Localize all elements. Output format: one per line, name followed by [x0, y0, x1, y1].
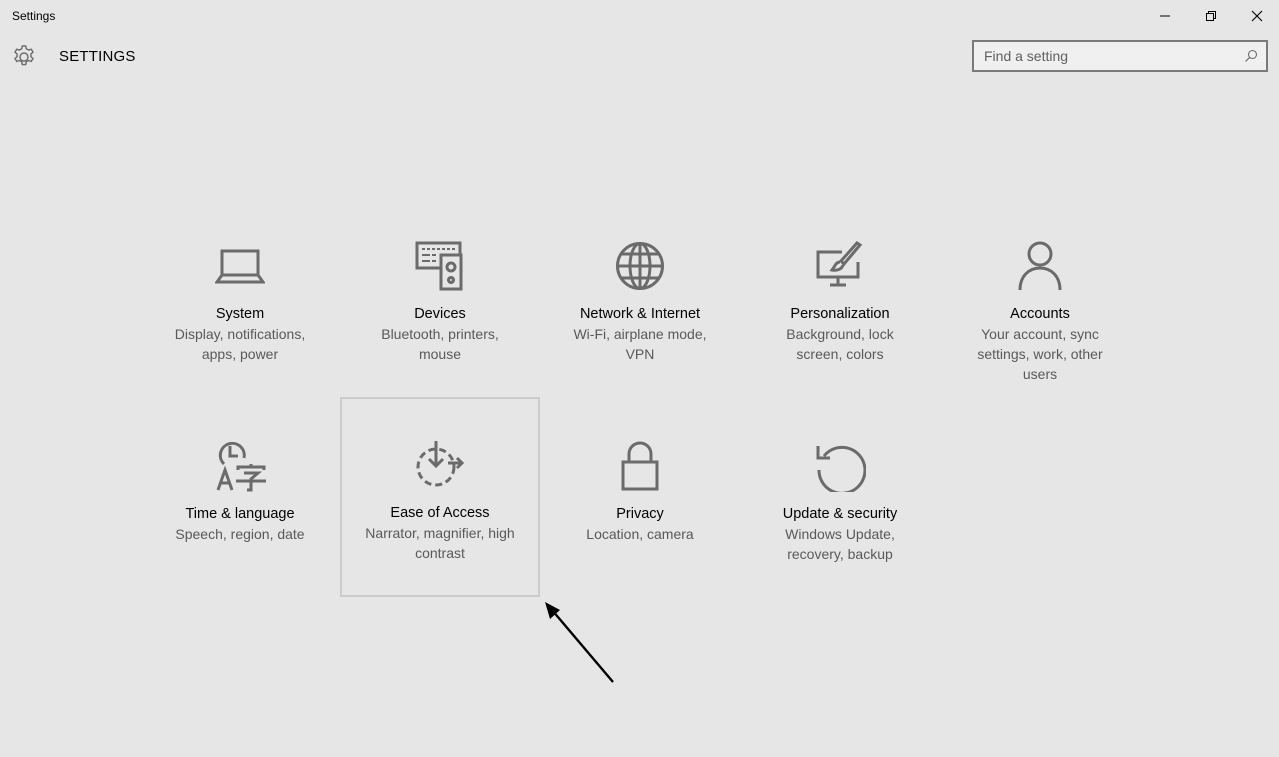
- tile-description: Background, lock screen, colors: [786, 326, 894, 362]
- tile-description: Location, camera: [586, 526, 694, 542]
- tile-ease-of-access[interactable]: Ease of Access Narrator, magnifier, high…: [340, 397, 540, 597]
- tile-system[interactable]: System Display, notifications, apps, pow…: [140, 198, 340, 398]
- tile-devices[interactable]: Devices Bluetooth, printers, mouse: [340, 198, 540, 398]
- paintbrush-monitor-icon: [816, 241, 863, 287]
- ease-of-access-icon: [416, 441, 465, 487]
- devices-icon: [415, 241, 463, 291]
- search-icon[interactable]: [1240, 45, 1262, 67]
- tile-title: Personalization: [790, 306, 890, 322]
- tile-update-security[interactable]: Update & security Windows Update, recove…: [740, 398, 940, 598]
- tile-description: Wi-Fi, airplane mode, VPN: [573, 326, 707, 362]
- tile-title: Time & language: [185, 506, 295, 522]
- tile-description: Windows Update, recovery, backup: [785, 526, 895, 562]
- tile-accounts[interactable]: Accounts Your account, sync settings, wo…: [940, 198, 1140, 398]
- refresh-icon: [816, 445, 866, 492]
- minimize-icon: [1160, 15, 1170, 17]
- tile-title: Update & security: [782, 506, 898, 522]
- gear-icon: [14, 45, 34, 66]
- page-title: SETTINGS: [59, 48, 136, 65]
- tile-title: Privacy: [616, 506, 664, 522]
- window-title: Settings: [12, 9, 56, 23]
- tile-description: Your account, sync settings, work, other…: [977, 326, 1103, 382]
- tile-title: Accounts: [1010, 306, 1070, 322]
- restore-button[interactable]: [1188, 0, 1234, 32]
- close-button[interactable]: [1234, 0, 1279, 32]
- search-box[interactable]: [972, 40, 1268, 72]
- restore-icon: [1206, 11, 1216, 21]
- annotation-arrow-icon: [545, 602, 614, 683]
- tile-privacy[interactable]: Privacy Location, camera: [540, 398, 740, 598]
- tile-title: Network & Internet: [579, 306, 701, 322]
- tile-network[interactable]: Network & Internet Wi-Fi, airplane mode,…: [540, 198, 740, 398]
- tile-time-language[interactable]: Time & language Speech, region, date: [140, 398, 340, 598]
- tile-title: Ease of Access: [390, 505, 490, 521]
- laptop-icon: [215, 249, 265, 284]
- search-input[interactable]: [974, 42, 1240, 70]
- tile-description: Display, notifications, apps, power: [174, 326, 306, 362]
- tile-description: Speech, region, date: [175, 526, 305, 542]
- person-icon: [1018, 241, 1062, 291]
- minimize-button[interactable]: [1142, 0, 1188, 32]
- title-bar: Settings: [0, 0, 1279, 32]
- tile-title: Devices: [414, 306, 466, 322]
- time-language-icon: [216, 441, 266, 492]
- tile-description: Narrator, magnifier, high contrast: [365, 525, 515, 561]
- globe-icon: [616, 242, 664, 290]
- tile-description: Bluetooth, printers, mouse: [381, 326, 499, 362]
- tile-title: System: [215, 306, 265, 322]
- close-icon: [1251, 10, 1263, 22]
- lock-icon: [621, 441, 659, 491]
- tile-personalization[interactable]: Personalization Background, lock screen,…: [740, 198, 940, 398]
